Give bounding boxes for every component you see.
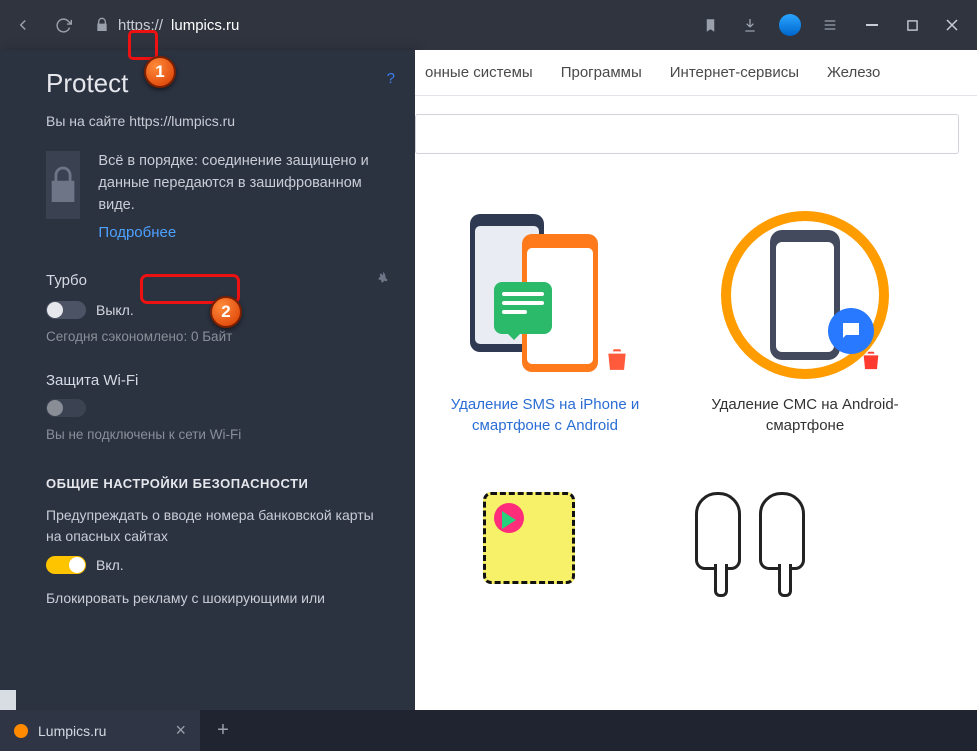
article-thumb[interactable] (685, 492, 815, 582)
favicon (14, 724, 28, 738)
avatar (779, 14, 801, 36)
search-box[interactable] (415, 114, 959, 154)
site-info: Вы на сайте https://lumpics.ru (46, 113, 391, 129)
maximize-button[interactable] (895, 11, 929, 39)
lock-icon (94, 17, 110, 33)
adblock-desc: Блокировать рекламу с шокирующими или (46, 588, 391, 608)
turbo-label: Турбо (46, 272, 87, 289)
turbo-saved: Сегодня сэкономлено: 0 Байт (46, 329, 391, 344)
window-controls (855, 11, 969, 39)
content-area: Protect ? Вы на сайте https://lumpics.ru… (0, 50, 977, 710)
new-tab-button[interactable]: + (208, 716, 238, 746)
trash-icon (860, 348, 882, 372)
more-link[interactable]: Подробнее (98, 224, 176, 241)
browser-tab[interactable]: Lumpics.ru × (0, 710, 200, 751)
nav-item[interactable]: Железо (827, 64, 880, 81)
downloads-button[interactable] (735, 10, 765, 40)
nav-item[interactable]: Программы (561, 64, 642, 81)
card-warn-state: Вкл. (96, 557, 124, 573)
bookmark-button[interactable] (695, 10, 725, 40)
wifi-label: Защита Wi-Fi (46, 372, 391, 389)
help-button[interactable]: ? (387, 70, 395, 87)
status-bar (0, 690, 16, 710)
article-title: Удаление СМС на Android-смартфоне (705, 394, 905, 436)
close-button[interactable] (935, 11, 969, 39)
page-content: онные системы Программы Интернет-сервисы… (415, 50, 977, 710)
article-thumb[interactable] (483, 492, 575, 584)
site-nav: онные системы Программы Интернет-сервисы… (415, 50, 977, 96)
article-link[interactable]: Удаление SMS на iPhone и смартфоне с And… (445, 394, 645, 436)
panel-title: Protect (46, 68, 391, 99)
security-heading: ОБЩИЕ НАСТРОЙКИ БЕЗОПАСНОСТИ (46, 476, 391, 491)
wifi-toggle (46, 399, 86, 417)
card-warn-desc: Предупреждать о вводе номера банковской … (46, 505, 391, 546)
rocket-icon (375, 270, 391, 291)
trash-icon (604, 344, 630, 374)
protect-panel: Protect ? Вы на сайте https://lumpics.ru… (0, 50, 415, 710)
card-warn-toggle[interactable] (46, 556, 86, 574)
address-bar[interactable]: https://lumpics.ru (88, 17, 685, 34)
annotation-marker-1: 1 (144, 56, 176, 88)
article-thumb (460, 210, 630, 380)
url-host: lumpics.ru (171, 17, 239, 34)
turbo-toggle[interactable] (46, 301, 86, 319)
profile-button[interactable] (775, 10, 805, 40)
nav-item[interactable]: онные системы (425, 64, 533, 81)
annotation-highlight (128, 30, 158, 60)
article-card[interactable]: Удаление СМС на Android-смартфоне (705, 210, 905, 436)
lock-icon (46, 151, 80, 219)
minimize-button[interactable] (855, 11, 889, 39)
tab-title: Lumpics.ru (38, 723, 106, 739)
wifi-status: Вы не подключены к сети Wi-Fi (46, 427, 391, 442)
article-card[interactable]: Удаление SMS на iPhone и смартфоне с And… (445, 210, 645, 436)
connection-status: Всё в порядке: соединение защищено и дан… (98, 151, 391, 216)
reload-button[interactable] (48, 10, 78, 40)
turbo-state: Выкл. (96, 302, 134, 318)
nav-item[interactable]: Интернет-сервисы (670, 64, 799, 81)
annotation-marker-2: 2 (210, 296, 242, 328)
back-button[interactable] (8, 10, 38, 40)
article-thumb (720, 210, 890, 380)
tab-close-button[interactable]: × (175, 720, 186, 741)
tab-bar: Lumpics.ru × + (0, 710, 977, 751)
menu-button[interactable] (815, 10, 845, 40)
